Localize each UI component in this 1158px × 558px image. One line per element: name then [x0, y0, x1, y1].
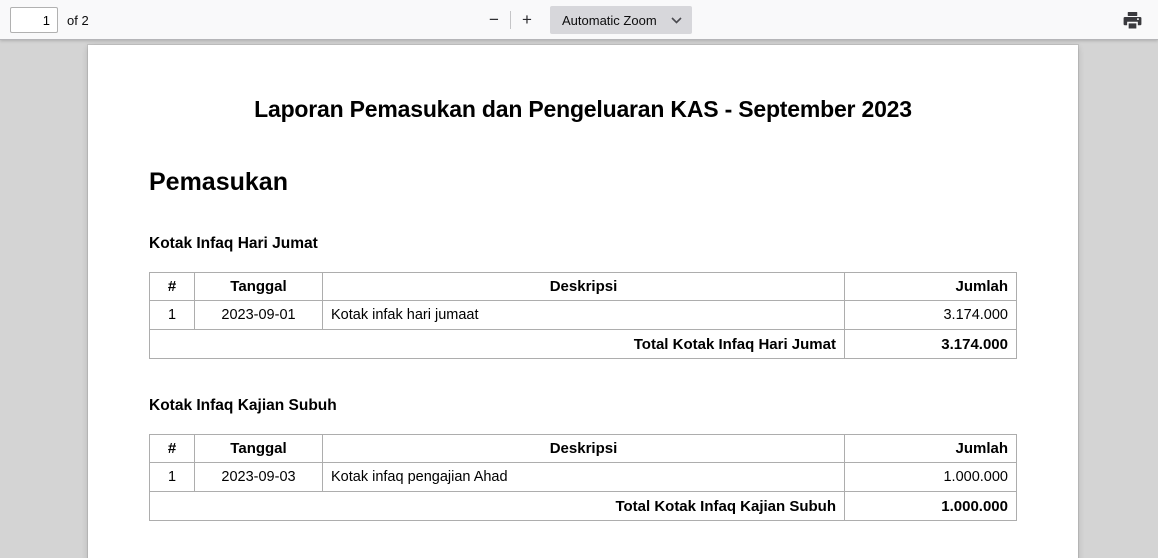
- section-heading-pemasukan: Pemasukan: [149, 168, 288, 196]
- cell-jumlah: 3.174.000: [844, 300, 1017, 330]
- chevron-down-icon: [671, 16, 682, 24]
- cell-tanggal: 2023-09-03: [194, 462, 323, 492]
- column-header-jumlah: Jumlah: [844, 434, 1017, 463]
- income-table-kajian-subuh: # Tanggal Deskripsi Jumlah 1 2023-09-03 …: [149, 434, 1017, 521]
- table-heading-kotak-infaq-kajian-subuh: Kotak Infaq Kajian Subuh: [149, 397, 337, 414]
- cell-jumlah: 1.000.000: [844, 462, 1017, 492]
- pdf-viewer[interactable]: Laporan Pemasukan dan Pengeluaran KAS - …: [0, 40, 1158, 558]
- total-row: Total Kotak Infaq Hari Jumat 3.174.000: [149, 329, 1017, 359]
- table-heading-kotak-infaq-hari-jumat: Kotak Infaq Hari Jumat: [149, 235, 318, 252]
- document-title: Laporan Pemasukan dan Pengeluaran KAS - …: [254, 96, 912, 122]
- cell-number: 1: [149, 300, 195, 330]
- total-label: Total Kotak Infaq Hari Jumat: [149, 329, 845, 359]
- column-header-deskripsi: Deskripsi: [322, 272, 845, 301]
- page-navigation: of 2: [10, 0, 89, 40]
- column-header-tanggal: Tanggal: [194, 272, 323, 301]
- zoom-out-button[interactable]: −: [480, 6, 508, 34]
- print-button[interactable]: [1118, 6, 1146, 34]
- table-header-row: # Tanggal Deskripsi Jumlah: [149, 272, 1017, 301]
- total-value: 1.000.000: [844, 491, 1017, 521]
- column-header-deskripsi: Deskripsi: [322, 434, 845, 463]
- page-number-input[interactable]: [10, 7, 58, 33]
- plus-icon: +: [522, 10, 532, 29]
- toolbar-divider: [510, 11, 511, 29]
- total-label: Total Kotak Infaq Kajian Subuh: [149, 491, 845, 521]
- printer-icon: [1123, 11, 1141, 30]
- total-value: 3.174.000: [844, 329, 1017, 359]
- cell-tanggal: 2023-09-01: [194, 300, 323, 330]
- column-header-number: #: [149, 434, 195, 463]
- zoom-select-value: Automatic Zoom: [562, 12, 657, 28]
- cell-number: 1: [149, 462, 195, 492]
- zoom-controls: − + Automatic Zoom: [480, 0, 692, 40]
- page-count-label: of 2: [67, 12, 89, 28]
- column-header-jumlah: Jumlah: [844, 272, 1017, 301]
- table-row: 1 2023-09-01 Kotak infak hari jumaat 3.1…: [149, 300, 1017, 330]
- zoom-in-button[interactable]: +: [513, 6, 541, 34]
- column-header-tanggal: Tanggal: [194, 434, 323, 463]
- column-header-number: #: [149, 272, 195, 301]
- total-row: Total Kotak Infaq Kajian Subuh 1.000.000: [149, 491, 1017, 521]
- income-table-hari-jumat: # Tanggal Deskripsi Jumlah 1 2023-09-01 …: [149, 272, 1017, 359]
- minus-icon: −: [489, 10, 499, 29]
- toolbar-right-group: [1118, 0, 1146, 40]
- table-header-row: # Tanggal Deskripsi Jumlah: [149, 434, 1017, 463]
- cell-deskripsi: Kotak infak hari jumaat: [322, 300, 845, 330]
- cell-deskripsi: Kotak infaq pengajian Ahad: [322, 462, 845, 492]
- table-row: 1 2023-09-03 Kotak infaq pengajian Ahad …: [149, 462, 1017, 492]
- zoom-level-select[interactable]: Automatic Zoom: [550, 6, 692, 34]
- pdf-page: Laporan Pemasukan dan Pengeluaran KAS - …: [88, 45, 1078, 558]
- pdf-toolbar: of 2 − + Automatic Zoom: [0, 0, 1158, 40]
